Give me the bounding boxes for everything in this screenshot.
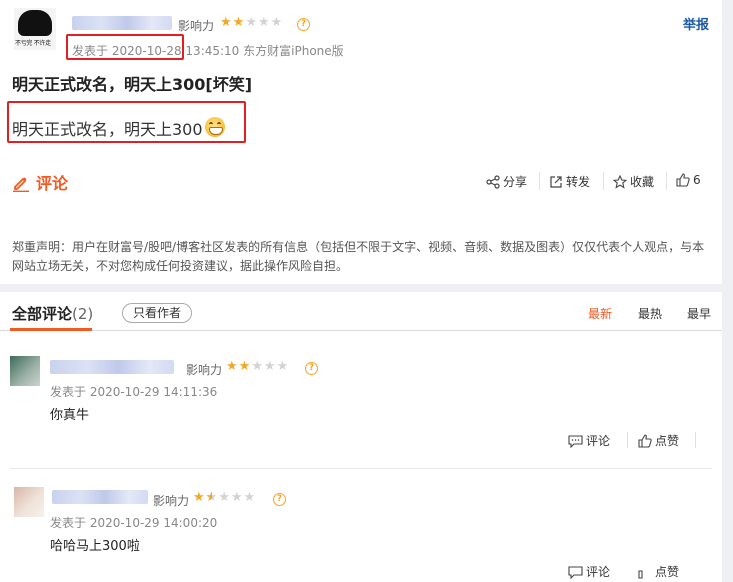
post-card: 不亏完 不许走 影响力 ★★★★★ ? 举报 发表于 2020-10-28 13… xyxy=(0,0,722,284)
divider xyxy=(539,172,540,190)
comment-icon xyxy=(568,566,583,580)
avatar[interactable] xyxy=(10,356,40,386)
thumbs-up-icon xyxy=(638,434,652,448)
author-name-blurred[interactable] xyxy=(72,16,172,30)
tab-all-comments[interactable]: 全部评论(2) xyxy=(12,303,93,324)
avatar-image xyxy=(18,10,52,36)
highlight-box-date xyxy=(66,34,184,60)
help-icon[interactable]: ? xyxy=(273,493,286,506)
repost-icon xyxy=(550,176,562,188)
reply-label: 评论 xyxy=(586,565,611,579)
thumbs-up-icon xyxy=(676,173,690,187)
report-link[interactable]: 举报 xyxy=(683,14,709,33)
favorite-button[interactable]: 收藏 xyxy=(612,173,655,190)
disclaimer: 郑重声明：用户在财富号/股吧/博客社区发表的所有信息（包括但不限于文字、视频、音… xyxy=(12,240,705,273)
star-icon: ★ xyxy=(245,15,258,30)
divider xyxy=(603,172,604,190)
star-icon: ★ xyxy=(226,359,239,374)
star-icon: ★ xyxy=(270,15,284,30)
published-source: 东方财富iPhone版 xyxy=(243,44,344,58)
reply-button[interactable]: 评论 xyxy=(568,432,610,449)
comment-divider xyxy=(10,468,712,469)
comment-text: 哈哈马上300啦 xyxy=(50,539,140,554)
sort-newest[interactable]: 最新 xyxy=(588,305,612,322)
like-count: 6 xyxy=(693,173,701,187)
like-label: 点赞 xyxy=(655,434,680,448)
star-icon: ★ xyxy=(257,15,271,30)
active-tab-indicator xyxy=(10,328,92,331)
comment-text: 你真牛 xyxy=(50,408,90,423)
influence-label: 影响力 xyxy=(186,363,223,377)
sort-earliest[interactable]: 最早 xyxy=(687,305,711,322)
comment-button[interactable]: 评论 xyxy=(12,170,68,194)
divider xyxy=(666,172,667,190)
like-button[interactable]: 6 xyxy=(676,173,701,187)
repost-label: 转发 xyxy=(566,175,591,189)
star-icon: ★ xyxy=(276,359,290,374)
like-button[interactable]: 点赞 xyxy=(638,432,679,449)
star-icon: ★ xyxy=(230,490,244,505)
highlight-box-body xyxy=(7,101,246,143)
reply-button[interactable]: 评论 xyxy=(568,563,610,580)
star-icon: ★ xyxy=(243,490,257,505)
star-icon: ★ xyxy=(263,359,277,374)
sort-hottest[interactable]: 最热 xyxy=(638,305,662,322)
star-outline-icon xyxy=(612,174,628,189)
star-icon: ★ xyxy=(193,490,206,505)
avatar-caption: 不亏完 不许走 xyxy=(15,40,51,47)
influence-label: 影响力 xyxy=(153,494,190,508)
comment-button-label: 评论 xyxy=(36,174,69,193)
help-icon[interactable]: ? xyxy=(297,18,310,31)
divider xyxy=(627,432,628,448)
share-label: 分享 xyxy=(503,175,528,189)
post-title: 明天正式改名，明天上300[坏笑] xyxy=(12,75,253,94)
reply-label: 评论 xyxy=(586,434,611,448)
divider xyxy=(695,432,696,448)
thumbs-up-icon xyxy=(638,570,643,579)
comment-time: 发表于 2020-10-29 14:11:36 xyxy=(50,385,218,399)
commenter-name-blurred[interactable] xyxy=(52,490,148,504)
favorite-label: 收藏 xyxy=(630,175,655,189)
avatar[interactable] xyxy=(14,487,44,517)
repost-button[interactable]: 转发 xyxy=(549,173,590,190)
star-icon: ★ xyxy=(232,15,246,30)
like-button[interactable]: 点赞 xyxy=(638,563,679,580)
help-icon[interactable]: ? xyxy=(305,362,318,375)
published-time: 13:45:10 xyxy=(185,44,240,58)
influence-stars: ★★★★★ xyxy=(193,490,256,505)
star-icon: ★ xyxy=(218,490,231,505)
comment-time: 发表于 2020-10-29 14:00:20 xyxy=(50,516,218,530)
influence-stars: ★★★★★ xyxy=(226,359,289,374)
star-icon: ★ xyxy=(220,15,233,30)
pencil-icon xyxy=(13,177,29,193)
star-icon: ★ xyxy=(238,359,252,374)
share-icon xyxy=(486,175,500,189)
star-icon: ★ xyxy=(251,359,264,374)
tab-all-comments-label: 全部评论 xyxy=(12,305,73,323)
influence-label: 影响力 xyxy=(178,19,215,33)
author-avatar[interactable]: 不亏完 不许走 xyxy=(14,8,56,50)
comment-icon xyxy=(568,435,583,449)
like-label: 点赞 xyxy=(655,565,680,579)
tabs-divider xyxy=(0,330,722,331)
author-only-button[interactable]: 只看作者 xyxy=(122,303,192,323)
commenter-name-blurred[interactable] xyxy=(50,360,174,374)
comment-count: (2) xyxy=(72,305,94,323)
influence-stars: ★★★★★ xyxy=(220,15,283,30)
star-half-icon: ★ xyxy=(206,490,219,505)
share-button[interactable]: 分享 xyxy=(486,173,527,190)
